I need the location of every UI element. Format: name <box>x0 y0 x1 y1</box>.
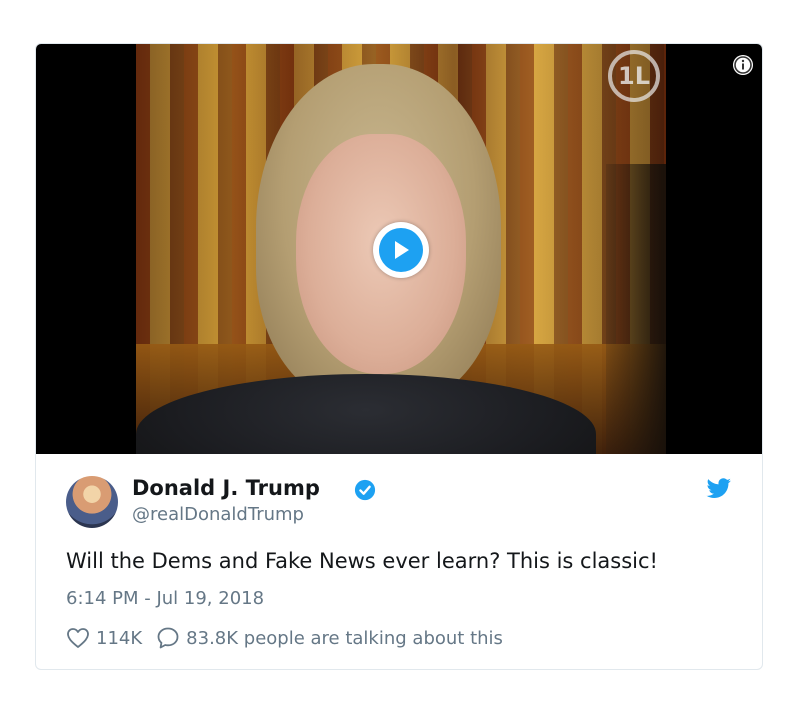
tweet-text: Will the Dems and Fake News ever learn? … <box>66 549 658 573</box>
author-name[interactable]: Donald J. Trump <box>132 476 320 500</box>
info-icon[interactable] <box>733 55 753 75</box>
talking-count: 83.8K people are talking about this <box>186 627 503 649</box>
tweet-actions: 114K 83.8K people are talking about this <box>66 626 503 650</box>
play-icon <box>379 228 423 272</box>
heart-icon <box>67 628 89 648</box>
foreground-shadow <box>606 164 666 454</box>
twitter-bird-icon[interactable] <box>706 478 732 500</box>
avatar[interactable] <box>66 476 118 528</box>
play-button[interactable] <box>373 222 429 278</box>
reply-conversation-link[interactable]: 83.8K people are talking about this <box>156 626 503 650</box>
video-player[interactable]: 1L <box>36 44 762 454</box>
embedded-tweet-card[interactable]: 1L Donald J. Trump @realDonaldTrump Will… <box>35 43 763 670</box>
verified-badge-icon <box>354 479 376 501</box>
like-count: 114K <box>96 627 143 649</box>
channel-watermark: 1L <box>608 50 660 102</box>
speech-bubble-icon <box>157 627 179 649</box>
author-handle[interactable]: @realDonaldTrump <box>132 504 304 525</box>
like-button[interactable]: 114K <box>66 627 142 649</box>
tweet-timestamp[interactable]: 6:14 PM - Jul 19, 2018 <box>66 588 264 609</box>
tweet-body: Donald J. Trump @realDonaldTrump Will th… <box>36 454 762 669</box>
